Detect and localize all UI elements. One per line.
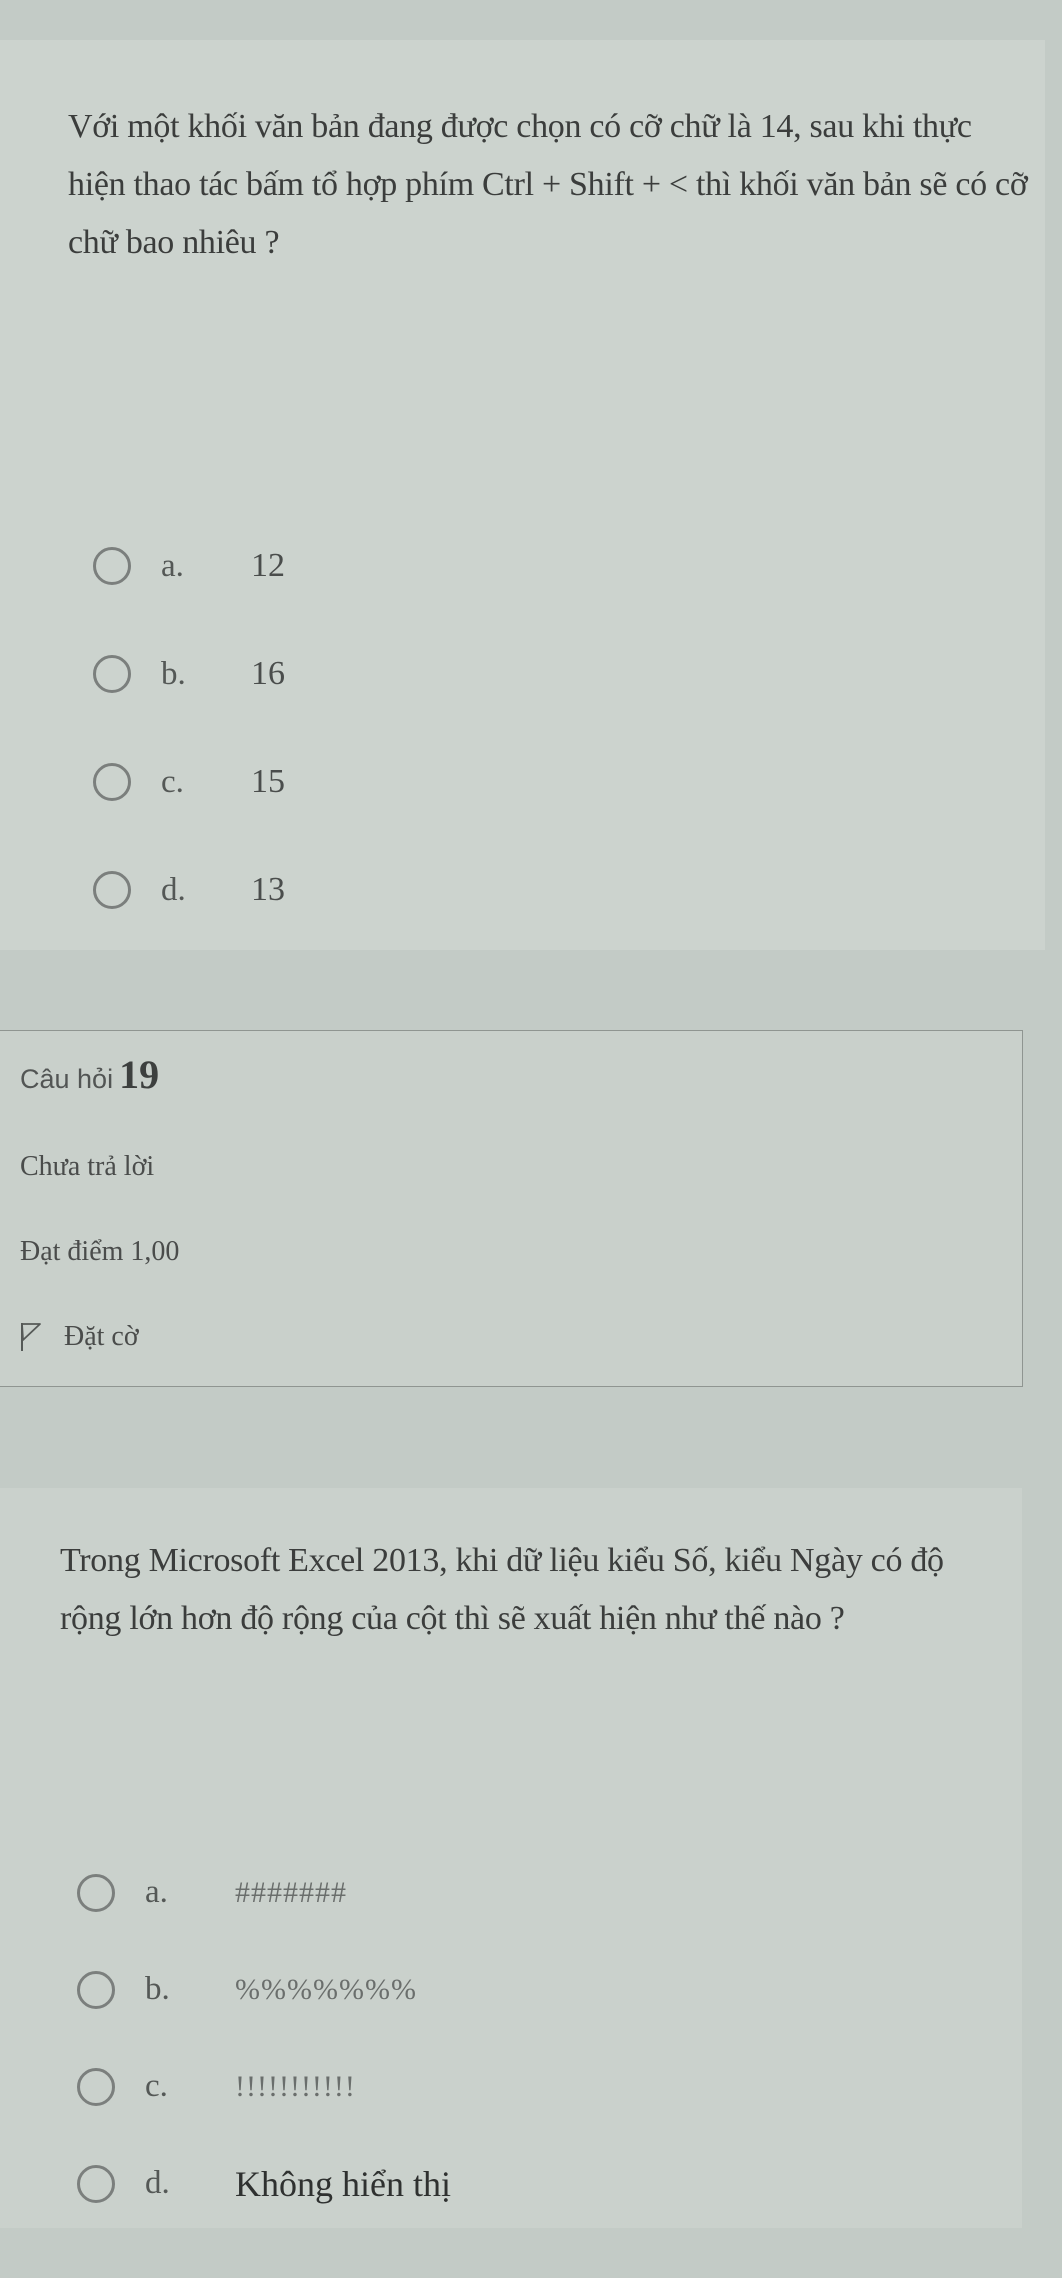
radio-button[interactable] [93, 547, 131, 585]
radio-button[interactable] [93, 763, 131, 801]
answer-letter: a. [145, 1874, 168, 1910]
answer-letter: c. [161, 763, 184, 800]
answer-letter: b. [145, 1971, 170, 2007]
answer-text: ####### [235, 1875, 347, 1909]
answer-text: Không hiển thị [235, 2163, 451, 2204]
question-18-text: Với một khối văn bản đang được chọn có c… [68, 108, 1028, 261]
radio-button[interactable] [93, 655, 131, 693]
answer-option-c[interactable]: c. !!!!!!!!!!! [77, 2038, 451, 2135]
answer-option-a[interactable]: a. ####### [77, 1844, 451, 1941]
flag-question-button[interactable]: Đặt cờ [20, 1321, 139, 1353]
question-grade: Đạt điểm 1,00 [20, 1236, 180, 1267]
question-19-content: Trong Microsoft Excel 2013, khi dữ liệu … [0, 1488, 1022, 2228]
radio-button[interactable] [77, 1970, 115, 2009]
radio-button[interactable] [77, 2164, 115, 2203]
flag-outline-icon [21, 1323, 41, 1351]
question-18-content: Với một khối văn bản đang được chọn có c… [0, 40, 1045, 950]
question-19-info-box: Câu hỏi 19 Chưa trả lời Đạt điểm 1,00 Đặt… [0, 1030, 1023, 1387]
answer-option-c[interactable]: c. 15 [93, 728, 285, 836]
answer-text: %%%%%%% [235, 1972, 417, 2006]
question-label: Câu hỏi [20, 1064, 114, 1094]
answer-text: 13 [251, 871, 285, 908]
answer-letter: d. [161, 871, 186, 908]
flag-label: Đặt cờ [64, 1321, 139, 1352]
question-19-answer-list: a. ####### b. %%%%%%% c. !!!!!!!!!!! d. … [77, 1844, 451, 2232]
answer-option-a[interactable]: a. 12 [93, 512, 285, 620]
answer-letter: b. [161, 655, 186, 692]
answer-text: 16 [251, 655, 285, 692]
answer-text: !!!!!!!!!!! [235, 2069, 356, 2103]
radio-button[interactable] [77, 1873, 115, 1912]
answer-text: 15 [251, 763, 285, 800]
answer-option-d[interactable]: d. Không hiển thị [77, 2135, 451, 2232]
answer-option-d[interactable]: d. 13 [93, 836, 285, 944]
question-number: 19 [119, 1052, 160, 1097]
question-number-heading: Câu hỏi 19 [20, 1051, 159, 1098]
radio-button[interactable] [93, 871, 131, 909]
answer-letter: c. [145, 2068, 168, 2104]
question-19-text: Trong Microsoft Excel 2013, khi dữ liệu … [60, 1542, 944, 1637]
answer-letter: d. [145, 2165, 170, 2201]
radio-button[interactable] [77, 2067, 115, 2106]
answer-option-b[interactable]: b. 16 [93, 620, 285, 728]
question-status: Chưa trả lời [20, 1151, 155, 1182]
question-18-answer-list: a. 12 b. 16 c. 15 d. 13 [93, 512, 285, 944]
answer-letter: a. [161, 547, 184, 584]
answer-text: 12 [251, 547, 285, 584]
answer-option-b[interactable]: b. %%%%%%% [77, 1941, 451, 2038]
